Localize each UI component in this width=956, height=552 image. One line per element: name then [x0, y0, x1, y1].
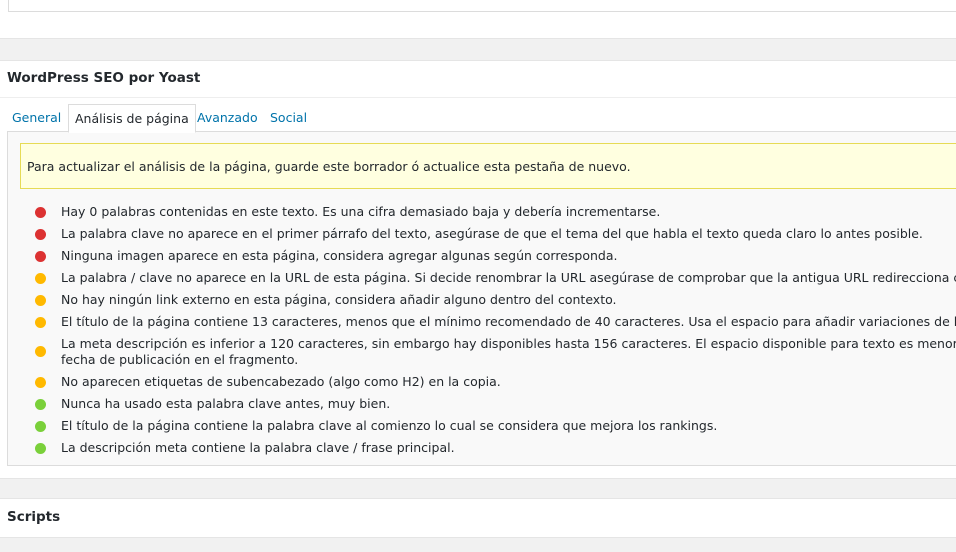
- analysis-result-text: La meta descripción es inferior a 120 ca…: [61, 336, 956, 351]
- scripts-postbox-title[interactable]: Scripts: [7, 509, 60, 525]
- tab-social[interactable]: Social: [270, 104, 307, 132]
- analysis-result: El título de la página contiene la palab…: [35, 418, 956, 434]
- analysis-result-text: Nunca ha usado esta palabra clave antes,…: [61, 396, 391, 411]
- seo-postbox: WordPress SEO por Yoast General Análisis…: [0, 60, 956, 479]
- previous-postbox: [0, 0, 956, 39]
- tab-advanced[interactable]: Avanzado: [197, 104, 258, 132]
- status-good-icon: [35, 399, 46, 410]
- analysis-result: La descripción meta contiene la palabra …: [35, 440, 956, 456]
- page-analysis-panel: Para actualizar el análisis de la página…: [7, 131, 956, 466]
- scripts-postbox: Scripts: [0, 498, 956, 538]
- tab-page-analysis[interactable]: Análisis de página: [68, 104, 196, 133]
- status-ok-icon: [35, 295, 46, 306]
- analysis-result-text: No aparecen etiquetas de subencabezado (…: [61, 374, 501, 389]
- divider: [0, 97, 956, 98]
- analysis-result: No hay ningún link externo en esta págin…: [35, 292, 956, 308]
- status-good-icon: [35, 443, 46, 454]
- previous-postbox-field: [8, 0, 956, 12]
- seo-postbox-title[interactable]: WordPress SEO por Yoast: [7, 70, 200, 86]
- status-ok-icon: [35, 346, 46, 357]
- analysis-result-text: La descripción meta contiene la palabra …: [61, 440, 455, 455]
- analysis-result: La meta descripción es inferior a 120 ca…: [35, 336, 956, 368]
- update-notice: Para actualizar el análisis de la página…: [20, 143, 956, 189]
- status-ok-icon: [35, 317, 46, 328]
- analysis-result: La palabra / clave no aparece en la URL …: [35, 270, 956, 286]
- analysis-result-text: No hay ningún link externo en esta págin…: [61, 292, 617, 307]
- status-bad-icon: [35, 229, 46, 240]
- status-good-icon: [35, 421, 46, 432]
- analysis-result-text-continued: fecha de publicación en el fragmento.: [61, 352, 299, 367]
- analysis-result-text: El título de la página contiene la palab…: [61, 418, 718, 433]
- seo-tabs: General Análisis de página Avanzado Soci…: [7, 104, 956, 133]
- analysis-result-text: Hay 0 palabras contenidas en este texto.…: [61, 204, 661, 219]
- analysis-result-text: La palabra clave no aparece en el primer…: [61, 226, 923, 241]
- analysis-result: Ninguna imagen aparece en esta página, c…: [35, 248, 956, 264]
- status-ok-icon: [35, 273, 46, 284]
- status-bad-icon: [35, 207, 46, 218]
- tab-general[interactable]: General: [12, 104, 61, 132]
- page: WordPress SEO por Yoast General Análisis…: [0, 0, 956, 552]
- analysis-results-list: Hay 0 palabras contenidas en este texto.…: [35, 204, 956, 462]
- analysis-result: Hay 0 palabras contenidas en este texto.…: [35, 204, 956, 220]
- status-ok-icon: [35, 377, 46, 388]
- update-notice-text: Para actualizar el análisis de la página…: [27, 159, 631, 174]
- analysis-result: La palabra clave no aparece en el primer…: [35, 226, 956, 242]
- analysis-result-text: La palabra / clave no aparece en la URL …: [61, 270, 956, 285]
- status-bad-icon: [35, 251, 46, 262]
- analysis-result-text: Ninguna imagen aparece en esta página, c…: [61, 248, 618, 263]
- analysis-result: No aparecen etiquetas de subencabezado (…: [35, 374, 956, 390]
- analysis-result: El título de la página contiene 13 carac…: [35, 314, 956, 330]
- analysis-result: Nunca ha usado esta palabra clave antes,…: [35, 396, 956, 412]
- analysis-result-text: El título de la página contiene 13 carac…: [61, 314, 956, 329]
